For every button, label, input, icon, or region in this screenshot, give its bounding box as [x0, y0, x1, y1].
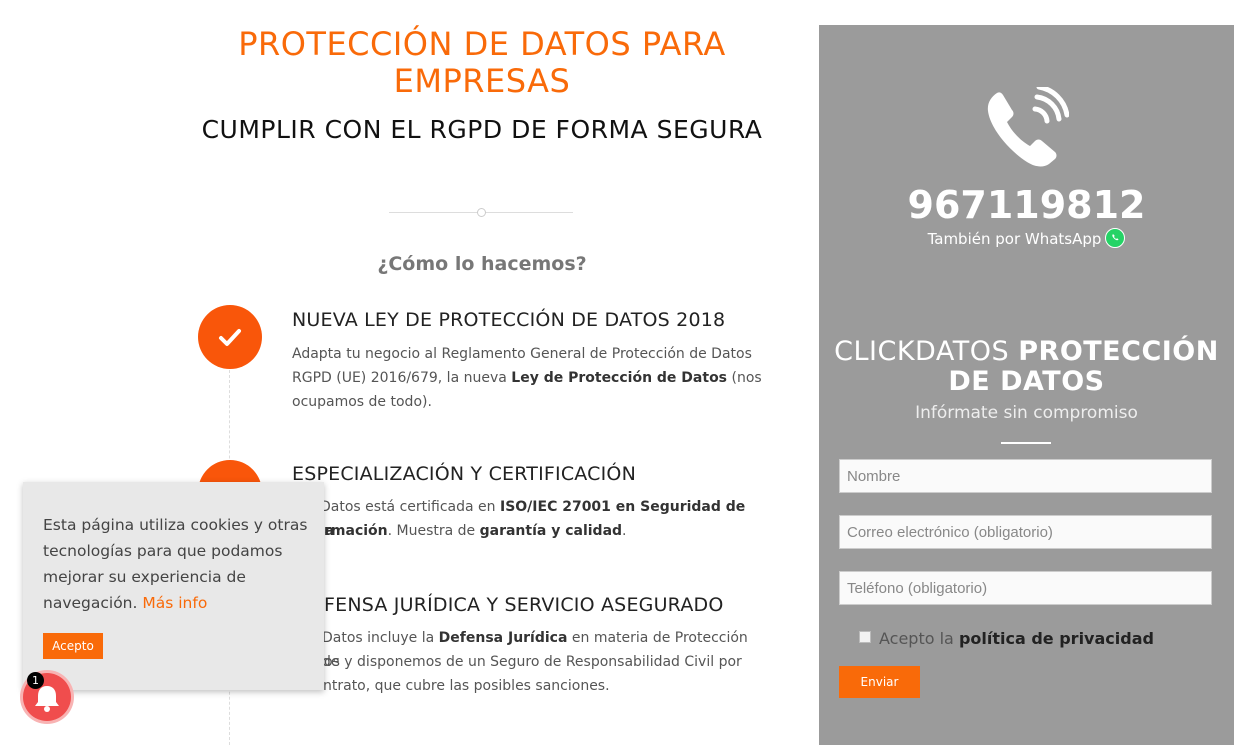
whatsapp-line: También por WhatsApp: [819, 228, 1234, 248]
phone-number[interactable]: 967119812: [819, 183, 1234, 227]
feature-text-defensa-2: os y disponemos de un Seguro de Responsa…: [324, 654, 742, 670]
more-info-link[interactable]: Más info: [142, 594, 207, 612]
privacy-policy-link[interactable]: política de privacidad: [959, 629, 1154, 648]
check-icon: [219, 329, 241, 346]
cookie-text: Esta página utiliza cookies y otras tecn…: [43, 516, 308, 612]
section-question: ¿Cómo lo hacemos?: [377, 253, 587, 275]
page-subtitle: CUMPLIR CON EL RGPD DE FORMA SEGURA: [201, 115, 763, 144]
feature-title-certificacion: ESPECIALIZACIÓN Y CERTIFICACIÓN: [292, 463, 636, 485]
feature-title-defensa: FENSA JURÍDICA Y SERVICIO ASEGURADO: [324, 594, 724, 616]
phone-icon: [987, 87, 1069, 167]
phone-field[interactable]: [839, 571, 1212, 605]
brand-heading: CLICKDATOS PROTECCIÓN DE DATOS: [819, 337, 1234, 397]
brand-name: CLICKDATOS: [834, 336, 1010, 367]
sidebar-divider: [1001, 442, 1051, 444]
privacy-checkbox[interactable]: [859, 631, 871, 643]
cookie-banner: Esta página utiliza cookies y otras tecn…: [23, 482, 324, 690]
feature-title-ley: NUEVA LEY DE PROTECCIÓN DE DATOS 2018: [292, 309, 726, 331]
check-circle-icon: [198, 305, 262, 369]
feature-text-certificacion-2: rmación. Muestra de garantía y calidad.: [324, 523, 627, 539]
whatsapp-icon[interactable]: [1105, 228, 1126, 248]
privacy-prefix: Acepto la: [879, 629, 954, 648]
page-title: PROTECCIÓN DE DATOS PARA EMPRESAS: [238, 25, 726, 100]
email-field[interactable]: [839, 515, 1212, 549]
feature-text-defensa-3: ntrato, que cubre las posibles sanciones…: [323, 678, 610, 694]
contact-sidebar: 967119812 También por WhatsApp CLICKDATO…: [819, 25, 1234, 745]
privacy-consent: Acepto la política de privacidad: [859, 629, 1154, 648]
notification-count-badge: 1: [27, 672, 44, 689]
tagline: Infórmate sin compromiso: [915, 403, 1138, 423]
divider-dot: [477, 208, 486, 217]
feature-text-ley: Adapta tu negocio al Reglamento General …: [292, 346, 762, 410]
accept-cookies-button[interactable]: Acepto: [43, 633, 103, 659]
name-field[interactable]: [839, 459, 1212, 493]
whatsapp-label: También por WhatsApp: [927, 230, 1102, 248]
send-button[interactable]: Enviar: [839, 666, 920, 698]
